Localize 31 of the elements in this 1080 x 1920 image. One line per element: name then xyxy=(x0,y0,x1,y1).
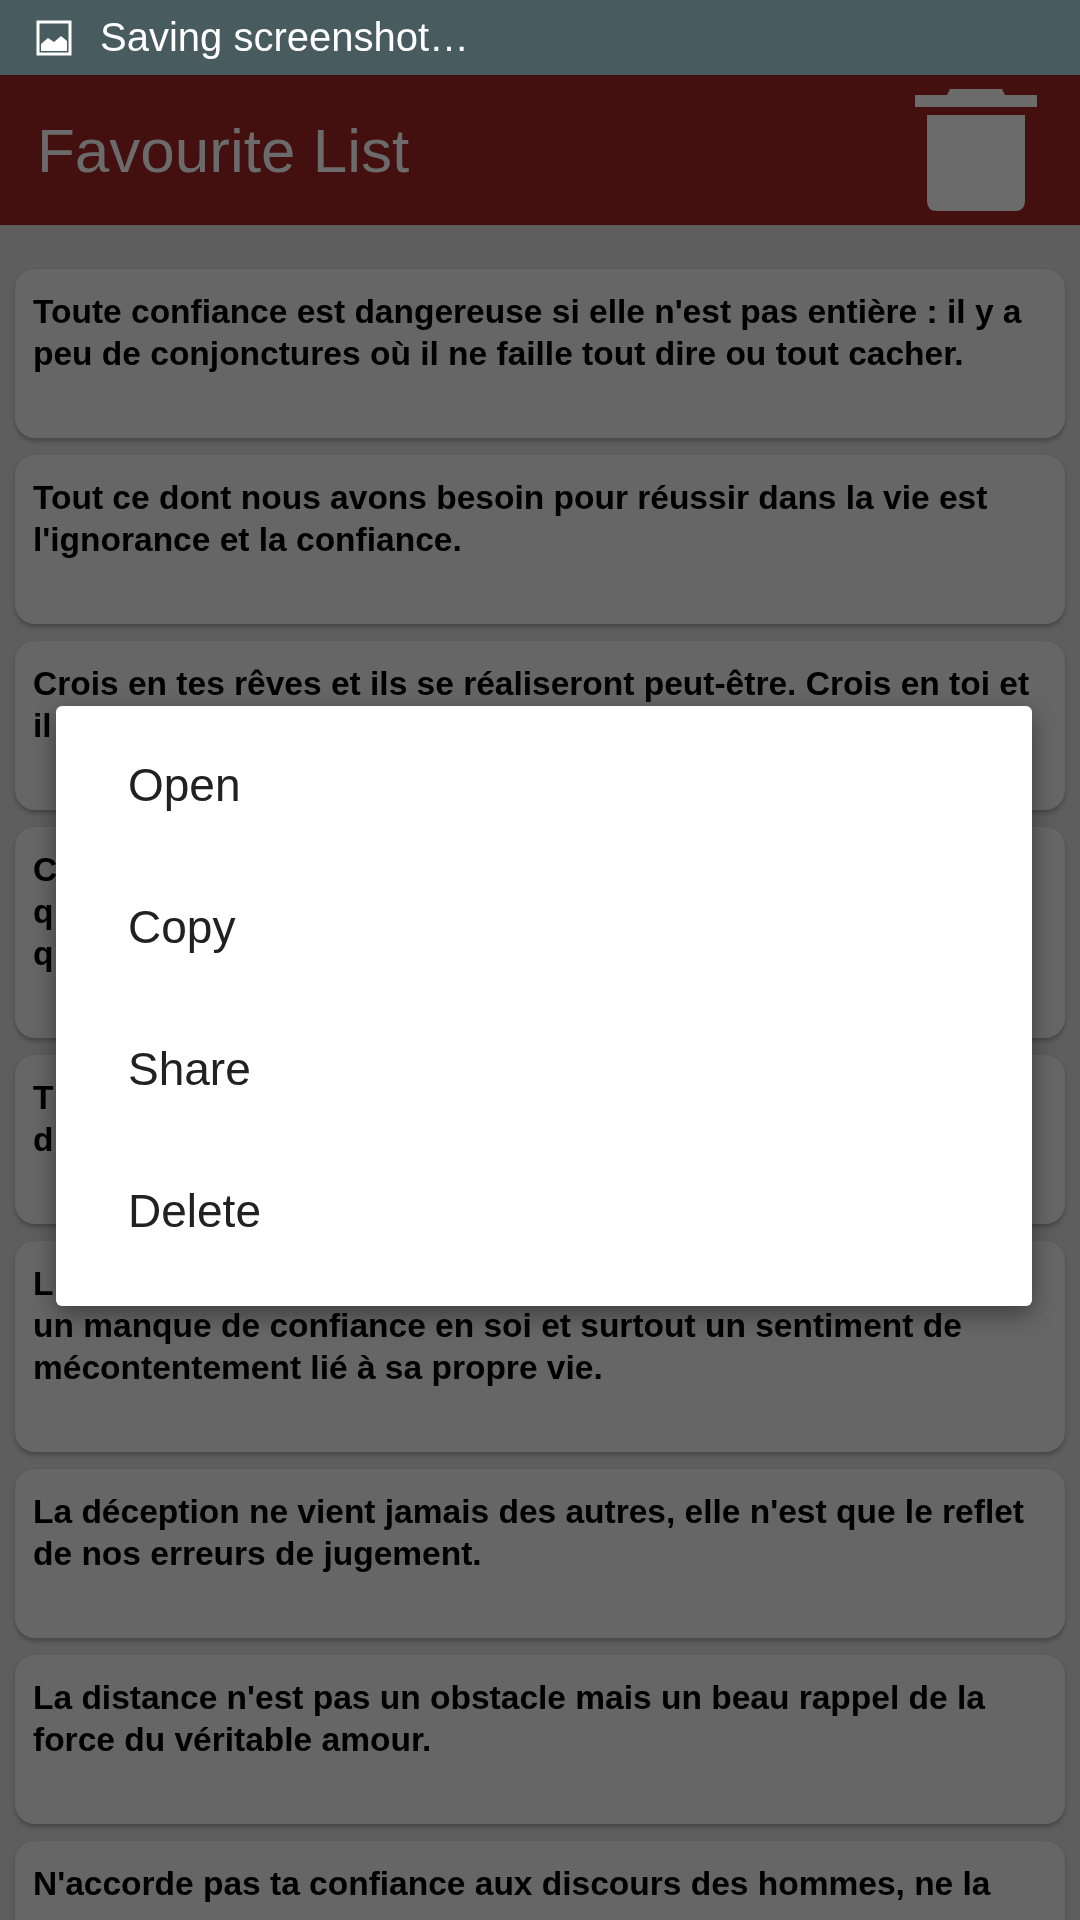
quote-card[interactable]: Tout ce dont nous avons besoin pour réussir dans la vie est l'ignorance et la confiance. xyxy=(15,455,1065,624)
quote-line: force du véritable amour. xyxy=(33,1720,432,1760)
quote-line: un manque de confiance en soi et surtout un sentiment de xyxy=(33,1306,962,1346)
quote-line: q xyxy=(33,892,54,932)
quote-line: N'accorde pas ta confiance aux discours des hommes, ne la xyxy=(33,1864,991,1904)
quote-line: peu de conjonctures où il ne faille tout dire ou tout cacher. xyxy=(33,334,964,374)
quote-card[interactable]: Toute confiance est dangereuse si elle n'est pas entière : il y a peu de conjonctures où il ne faille tout dire ou tout cacher. xyxy=(15,269,1065,438)
notification-text: Saving screenshot… xyxy=(100,15,470,60)
quote-line: q xyxy=(33,934,54,974)
menu-item[interactable]: Share xyxy=(56,998,1032,1140)
quote-line: La déception ne vient jamais des autres, elle n'est que le reflet xyxy=(33,1492,1024,1532)
quote-card[interactable]: N'accorde pas ta confiance aux discours des hommes, ne la xyxy=(15,1841,1065,1920)
quote-card[interactable]: La distance n'est pas un obstacle mais un beau rappel de la force du véritable amour. xyxy=(15,1655,1065,1824)
quote-line: d xyxy=(33,1120,54,1160)
app-title: Favourite List xyxy=(37,114,410,186)
quote-line: T xyxy=(33,1078,54,1118)
trash-icon[interactable] xyxy=(915,89,1037,211)
quote-line: il xyxy=(33,706,52,746)
menu-item[interactable]: Copy xyxy=(56,856,1032,998)
quote-card[interactable]: La déception ne vient jamais des autres, elle n'est que le reflet de nos erreurs de jugement. xyxy=(15,1469,1065,1638)
quote-line: Tout ce dont nous avons besoin pour réussir dans la vie est xyxy=(33,478,988,518)
quote-line: Crois en tes rêves et ils se réaliseront peut-être. Crois en toi et xyxy=(33,664,1030,704)
quote-line: de nos erreurs de jugement. xyxy=(33,1534,482,1574)
quote-line: C xyxy=(33,850,58,890)
quote-line: La distance n'est pas un obstacle mais un beau rappel de la xyxy=(33,1678,985,1718)
menu-item[interactable]: Open xyxy=(56,714,1032,856)
quote-line: mécontentement lié à sa propre vie. xyxy=(33,1348,603,1388)
quote-line: L xyxy=(33,1264,54,1304)
quote-line: l'ignorance et la confiance. xyxy=(33,520,462,560)
quote-line: Toute confiance est dangereuse si elle n'est pas entière : il y a xyxy=(33,292,1022,332)
image-icon xyxy=(36,19,72,56)
